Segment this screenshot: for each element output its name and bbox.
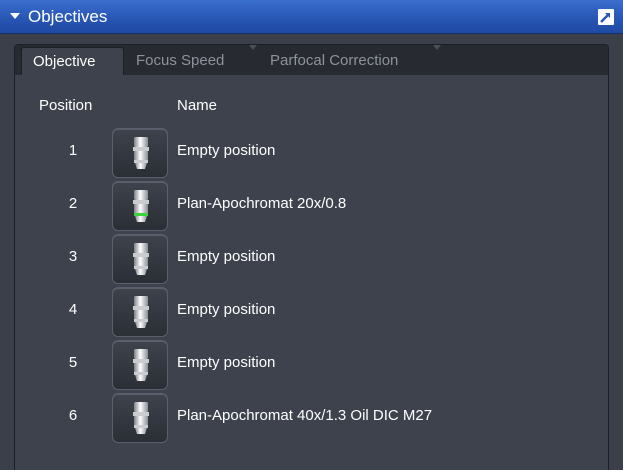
column-header-name: Name [177, 97, 218, 114]
objective-select-button[interactable] [112, 287, 168, 337]
objective-name: Empty position [177, 248, 276, 265]
tab-focus-speed[interactable]: Focus Speed [125, 45, 257, 75]
objectives-title-bar[interactable]: Objectives [0, 0, 623, 34]
position-number: 4 [68, 301, 78, 318]
objective-select-button[interactable] [112, 340, 168, 390]
objective-name: Plan-Apochromat 20x/0.8 [177, 195, 347, 212]
objective-name: Plan-Apochromat 40x/1.3 Oil DIC M27 [177, 407, 433, 424]
collapse-triangle-icon[interactable] [10, 13, 20, 19]
objective-row: 3 Empty position [15, 234, 608, 284]
objective-lens-icon [133, 402, 149, 434]
position-number: 3 [68, 248, 78, 265]
objective-name: Empty position [177, 142, 276, 159]
tab-bar: Objective Focus Speed Parfocal Correctio… [15, 45, 608, 75]
objectives-panel: Objective Focus Speed Parfocal Correctio… [14, 44, 609, 470]
objective-row: 2 Plan-Apochromat 20x/0.8 [15, 181, 608, 231]
position-number: 5 [68, 354, 78, 371]
position-number: 1 [68, 142, 78, 159]
undock-icon[interactable] [598, 9, 614, 25]
position-number: 6 [68, 407, 78, 424]
tab-objective[interactable]: Objective [21, 47, 124, 75]
objective-select-button[interactable] [112, 393, 168, 443]
objective-lens-icon [133, 190, 149, 222]
objective-select-button[interactable] [112, 128, 168, 178]
panel-title: Objectives [28, 7, 108, 26]
objective-name: Empty position [177, 301, 276, 318]
objective-select-button[interactable] [112, 181, 168, 231]
objective-lens-icon [133, 349, 149, 381]
objective-select-button[interactable] [112, 234, 168, 284]
objective-row: 1 Empty position [15, 128, 608, 178]
position-number: 2 [68, 195, 78, 212]
tab-parfocal-correction[interactable]: Parfocal Correction [259, 45, 441, 75]
objective-lens-icon [133, 296, 149, 328]
objective-name: Empty position [177, 354, 276, 371]
objective-lens-icon [133, 137, 149, 169]
objective-row: 4 Empty position [15, 287, 608, 337]
objective-row: 5 Empty position [15, 340, 608, 390]
objective-lens-icon [133, 243, 149, 275]
column-header-position: Position [39, 97, 93, 114]
objective-row: 6 Plan-Apochromat 40x/1.3 Oil DIC M27 [15, 393, 608, 443]
